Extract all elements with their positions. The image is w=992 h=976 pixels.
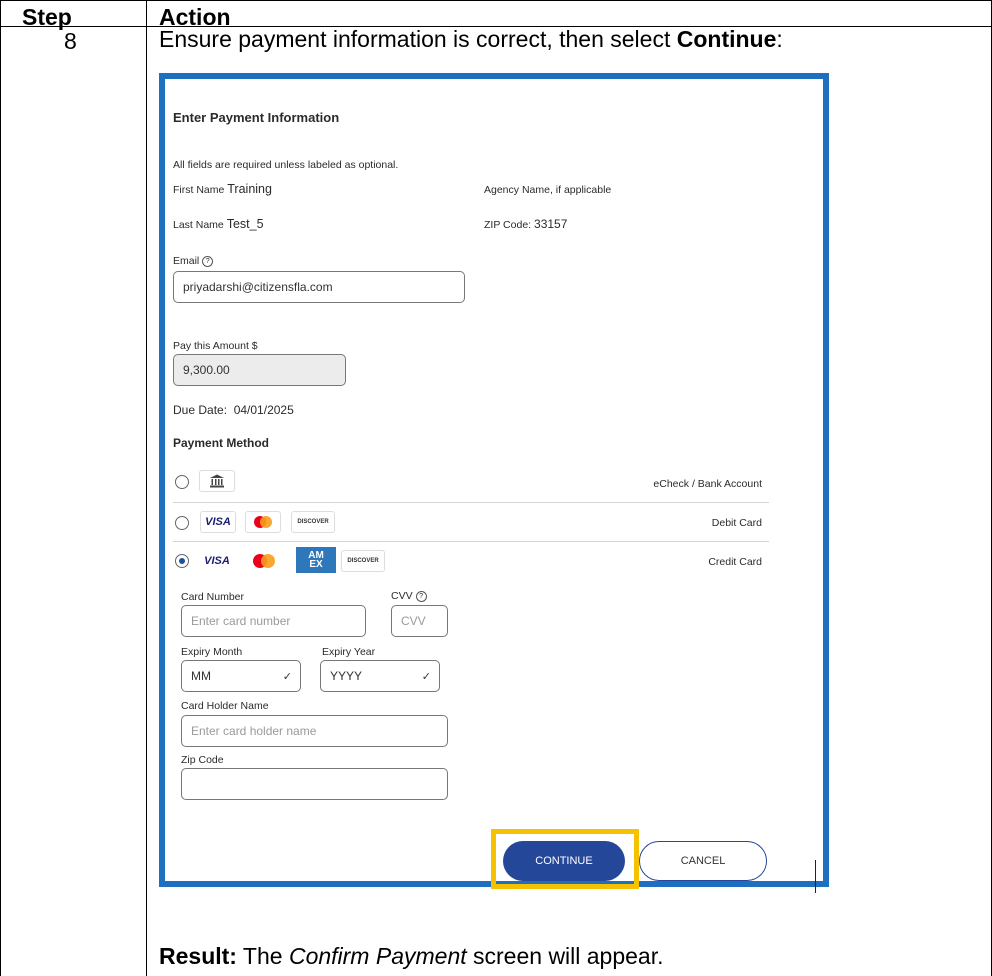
- holder-label: Card Holder Name: [181, 700, 269, 712]
- expiry-month-label: Expiry Month: [181, 646, 243, 658]
- bank-icon: [199, 470, 235, 492]
- visa-credit-logo: VISA: [204, 555, 230, 567]
- last-name-row: Last Name Test_5: [173, 217, 264, 231]
- help-icon[interactable]: ?: [415, 590, 427, 602]
- payment-screenshot: Enter Payment Information All fields are…: [159, 73, 829, 893]
- method-separator: [173, 502, 769, 503]
- expiry-month-select[interactable]: MM ✓: [181, 660, 301, 692]
- echeck-label: eCheck / Bank Account: [653, 478, 762, 490]
- table-left-border: [0, 0, 1, 976]
- due-date-row: Due Date: 04/01/2025: [173, 403, 294, 417]
- confirm-payment-screen-name: Confirm Payment: [288, 943, 467, 969]
- expiry-year-select[interactable]: YYYY ✓: [320, 660, 440, 692]
- table-top-border: [0, 0, 992, 1]
- zip-row: ZIP Code: 33157: [484, 217, 568, 231]
- amount-label: Pay this Amount $: [173, 340, 258, 352]
- discover-logo: DISCOVER: [341, 550, 385, 572]
- first-name-row: First Name Training: [173, 182, 272, 196]
- instruction-continue-word: Continue: [676, 26, 777, 52]
- visa-debit-logo: VISA: [200, 511, 236, 533]
- zipcode-label: Zip Code: [181, 754, 224, 766]
- cvv-label-row: CVV ?: [391, 590, 427, 602]
- result-label: Result:: [159, 943, 237, 969]
- text-cursor: [815, 860, 816, 893]
- expiry-year-label: Expiry Year: [322, 646, 376, 658]
- form-title: Enter Payment Information: [173, 110, 340, 125]
- zip-value: 33157: [534, 217, 568, 231]
- last-name-value: Test_5: [226, 217, 264, 231]
- continue-button[interactable]: CONTINUE: [503, 841, 625, 881]
- agency-label: Agency Name, if applicable: [484, 184, 612, 196]
- card-holder-input[interactable]: Enter card holder name: [181, 715, 448, 747]
- credit-label: Credit Card: [708, 556, 762, 568]
- email-label-row: Email ?: [173, 255, 214, 267]
- mastercard-logo: [247, 550, 281, 572]
- result-text: Result: The Confirm Payment screen will …: [159, 943, 664, 969]
- help-icon[interactable]: ?: [202, 255, 214, 267]
- amex-logo: AM EX: [296, 547, 336, 573]
- email-field[interactable]: priyadarshi@citizensfla.com: [173, 271, 465, 303]
- chevron-down-icon: ✓: [421, 670, 431, 683]
- header-step: Step: [22, 4, 72, 30]
- echeck-radio[interactable]: [175, 475, 189, 489]
- method-separator: [173, 541, 769, 542]
- cancel-button[interactable]: CANCEL: [639, 841, 767, 881]
- step-number: 8: [64, 28, 77, 54]
- card-number-label: Card Number: [181, 591, 245, 603]
- card-number-input[interactable]: Enter card number: [181, 605, 366, 637]
- mastercard-logo: [245, 511, 281, 533]
- zipcode-input[interactable]: [181, 768, 448, 800]
- debit-radio[interactable]: [175, 516, 189, 530]
- cvv-input[interactable]: CVV: [391, 605, 448, 637]
- debit-label: Debit Card: [711, 517, 762, 529]
- chevron-down-icon: ✓: [282, 670, 292, 683]
- amount-field: 9,300.00: [173, 354, 346, 386]
- table-column-divider: [146, 0, 147, 976]
- discover-logo: DISCOVER: [291, 511, 335, 533]
- first-name-value: Training: [227, 182, 272, 196]
- payment-method-label: Payment Method: [173, 436, 270, 450]
- required-note: All fields are required unless labeled a…: [173, 159, 399, 171]
- due-date-value: 04/01/2025: [233, 403, 294, 417]
- credit-radio[interactable]: [175, 554, 189, 568]
- step-instruction: Ensure payment information is correct, t…: [159, 26, 783, 52]
